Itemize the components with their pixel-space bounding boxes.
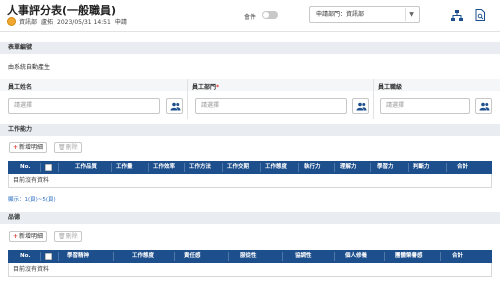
plus-icon: + <box>13 144 19 151</box>
col-header: 工作量 <box>116 164 133 170</box>
ability-empty-row: 目前沒有資料 <box>8 174 492 188</box>
character-empty-row: 目前沒有資料 <box>8 263 492 277</box>
author-meta: 資訊部 盧拓 2023/05/31 14:51 申請 <box>19 17 131 26</box>
select-all-checkbox[interactable] <box>45 164 52 171</box>
chevron-down-icon: ▼ <box>405 8 417 21</box>
col-header: 個人修養 <box>345 253 368 259</box>
col-header: 工作交期 <box>227 164 250 170</box>
status-badge: 申請 <box>114 19 127 26</box>
author-dept: 資訊部 <box>19 19 38 26</box>
section-character: 品德 <box>0 212 500 224</box>
col-header: 協調性 <box>295 253 312 259</box>
employee-name-picker-button[interactable] <box>166 98 183 114</box>
author-name: 盧拓 <box>41 19 54 26</box>
form-number-value: 由系統自動產生 <box>8 64 51 71</box>
field-divider <box>373 79 374 119</box>
employee-rank-label: 員工職級 <box>378 84 403 91</box>
document-search-icon[interactable] <box>475 9 486 21</box>
character-add-button[interactable]: +新增明細 <box>9 231 48 242</box>
col-header: 工作品質 <box>75 164 98 170</box>
col-header: 工作方法 <box>189 164 212 170</box>
employee-rank-input[interactable]: 請選擇 <box>380 98 470 114</box>
col-header: 工作態度 <box>265 164 288 170</box>
avatar <box>7 17 16 26</box>
employee-dept-picker-button[interactable] <box>352 98 369 114</box>
character-delete-label: 刪除 <box>65 233 78 240</box>
required-mark: * <box>216 84 220 91</box>
pagination-text[interactable]: 顯示：1(頁)~5(頁) <box>8 195 56 203</box>
header-divider <box>0 31 500 32</box>
col-header: 執行力 <box>304 164 321 170</box>
col-header: 學習精神 <box>67 253 90 259</box>
page-title: 人事評分表(一般職員) <box>7 4 117 17</box>
org-chart-icon[interactable] <box>451 10 463 21</box>
section-form-number: 表單編號 <box>0 42 500 54</box>
countersign-toggle[interactable] <box>262 11 278 19</box>
col-header: 團體榮譽感 <box>395 253 423 259</box>
col-header: 服從性 <box>240 253 257 259</box>
employee-name-input[interactable]: 請選擇 <box>8 98 160 114</box>
ability-add-label: 新增明細 <box>19 144 44 151</box>
col-header: No. <box>20 253 31 259</box>
users-icon <box>356 102 367 111</box>
users-icon <box>479 102 490 111</box>
employee-rank-picker-button[interactable] <box>475 98 492 114</box>
toggle-label: 會件 <box>244 14 257 21</box>
character-table-header: No. 學習精神 工作態度 責任感 服從性 協調性 個人修養 團體榮譽感 合計 <box>8 250 492 263</box>
field-divider <box>187 79 188 119</box>
employee-dept-label: 員工部門* <box>192 84 220 91</box>
ability-delete-button[interactable]: 🗑刪除 <box>54 142 82 153</box>
ability-delete-label: 刪除 <box>65 144 78 151</box>
col-header: 合計 <box>452 253 464 259</box>
created-datetime: 2023/05/31 14:51 <box>57 19 111 26</box>
trash-icon: 🗑 <box>58 233 66 240</box>
section-work-ability: 工作能力 <box>0 124 500 136</box>
select-all-checkbox[interactable] <box>45 253 52 260</box>
trash-icon: 🗑 <box>58 144 66 151</box>
character-add-label: 新增明細 <box>19 233 44 240</box>
col-header: No. <box>20 164 31 170</box>
character-delete-button[interactable]: 🗑刪除 <box>54 231 82 242</box>
apply-dept-select[interactable]: 申請部門：資訊部 ▼ <box>309 6 420 23</box>
apply-dept-value: 申請部門：資訊部 <box>316 11 365 18</box>
col-header: 工作效率 <box>153 164 176 170</box>
ability-add-button[interactable]: +新增明細 <box>9 142 48 153</box>
employee-fields-header <box>0 79 500 91</box>
employee-name-label: 員工姓名 <box>8 84 33 91</box>
users-icon <box>170 102 181 111</box>
col-header: 判斷力 <box>413 164 430 170</box>
employee-dept-input[interactable]: 請選擇 <box>195 98 347 114</box>
ability-table-header: No. 工作品質 工作量 工作效率 工作方法 工作交期 工作態度 執行力 理解力… <box>8 161 492 174</box>
col-header: 合計 <box>457 164 469 170</box>
col-header: 工作態度 <box>132 253 155 259</box>
col-header: 責任感 <box>184 253 201 259</box>
col-header: 理解力 <box>340 164 357 170</box>
plus-icon: + <box>13 233 19 240</box>
col-header: 學習力 <box>377 164 394 170</box>
